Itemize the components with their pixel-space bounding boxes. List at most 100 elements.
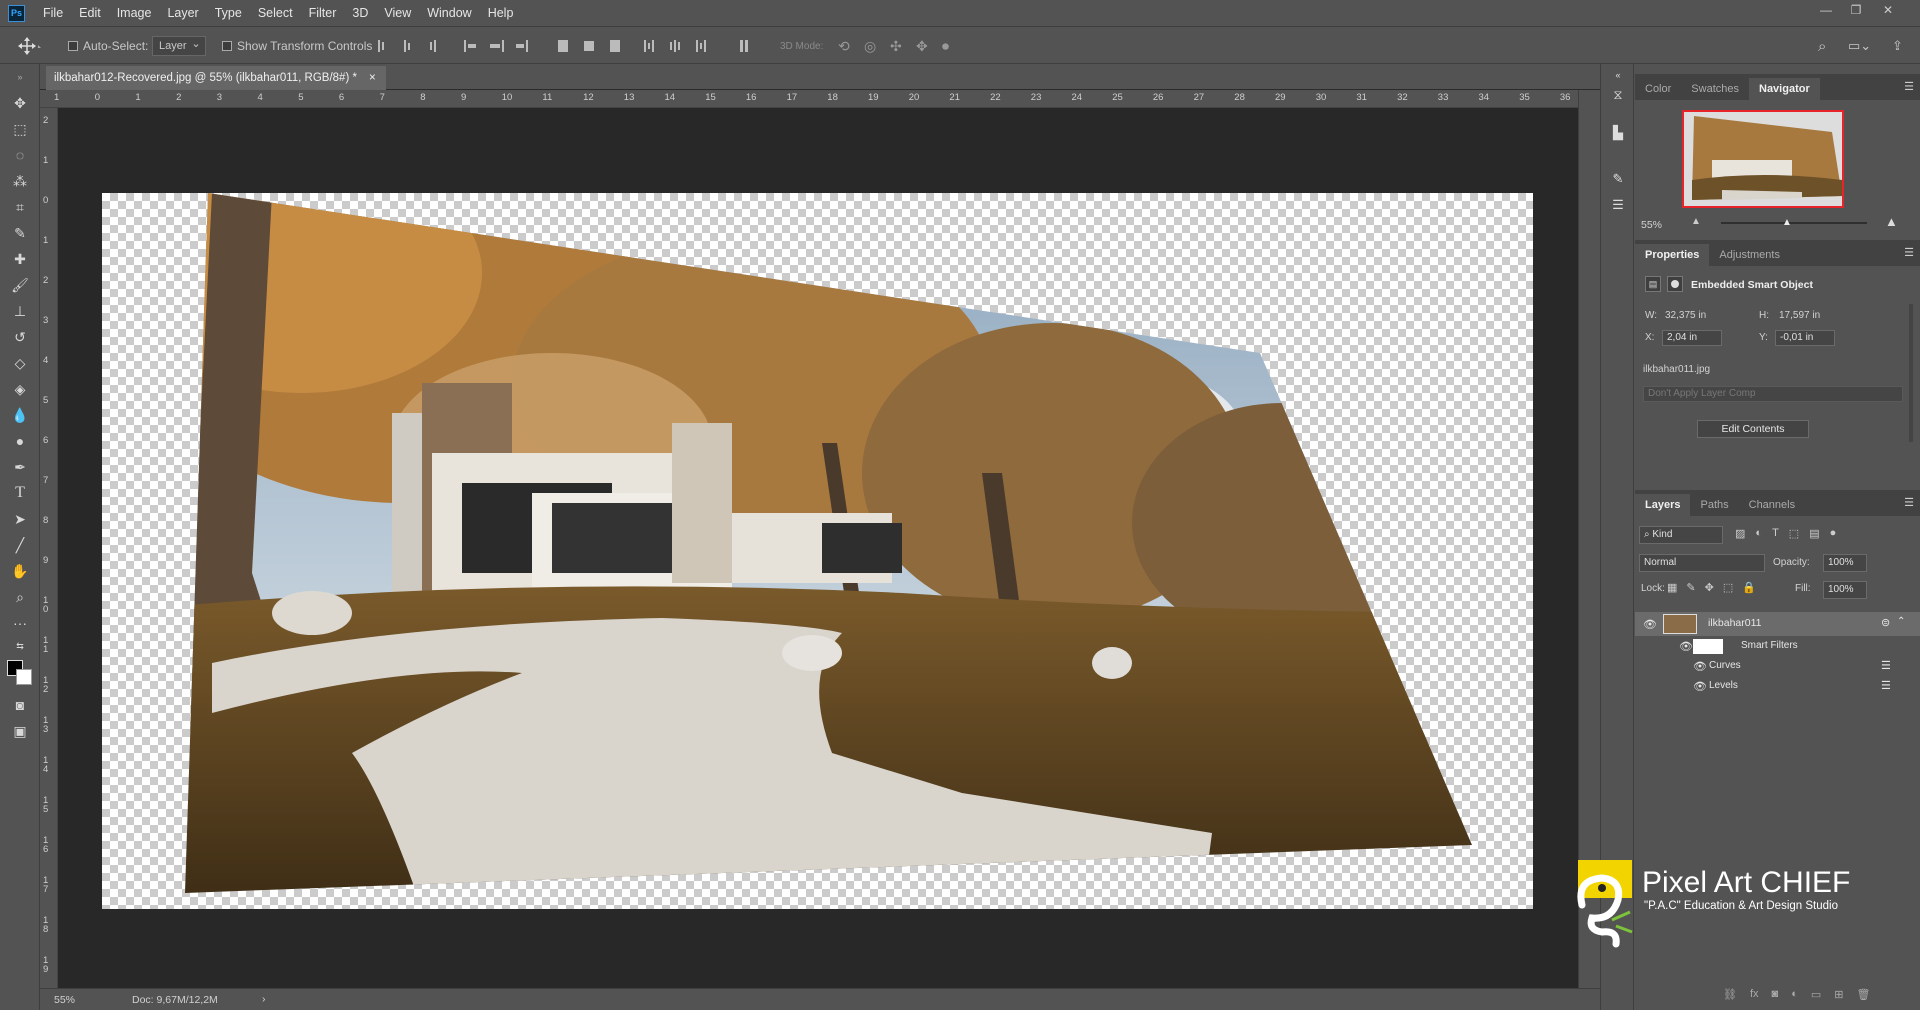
zoom-out-icon[interactable]: ▲ [1691, 216, 1701, 227]
share-icon[interactable]: ⇪ [1892, 36, 1903, 56]
distribute-right-icon[interactable] [696, 39, 710, 53]
filter-row[interactable]: 👁 Levels ☰ [1635, 676, 1920, 696]
filter-row[interactable]: 👁 Curves ☰ [1635, 656, 1920, 676]
edit-toolbar-icon[interactable]: ··· [8, 612, 32, 634]
edit-contents-button[interactable]: Edit Contents [1697, 420, 1809, 438]
new-group-icon[interactable]: ▭ [1811, 988, 1821, 1001]
filter-adjustment-icon[interactable]: ◐ [1755, 527, 1762, 540]
menu-view[interactable]: View [376, 0, 419, 26]
collapse-effects-icon[interactable]: ⌃ [1897, 616, 1905, 627]
tab-layers[interactable]: Layers [1635, 494, 1691, 516]
blur-tool-icon[interactable]: 💧 [8, 404, 32, 426]
quick-mask-icon[interactable]: ◙ [8, 694, 32, 716]
filter-pixel-icon[interactable]: ▨ [1735, 527, 1745, 540]
collapse-dock-icon[interactable]: « [1609, 70, 1627, 80]
lock-all-icon[interactable]: 🔒 [1742, 581, 1756, 594]
dodge-tool-icon[interactable]: ● [8, 430, 32, 452]
brush-settings-panel-icon[interactable]: ✎ [1609, 170, 1627, 188]
filter-type-icon[interactable]: T [1772, 527, 1779, 540]
auto-select-checkbox[interactable]: Auto-Select: [68, 36, 148, 56]
search-icon[interactable]: ⌕ [1818, 36, 1826, 56]
align-vertical-center-icon[interactable] [404, 39, 418, 53]
horizontal-ruler[interactable]: 1 0 1 2 3 4 5 6 7 8 9 10 11 12 13 14 15 16 17 18 19 20 21 22 23 2… [40, 90, 1578, 108]
canvas-area[interactable] [58, 108, 1578, 988]
smart-filters-visibility-eye-icon[interactable]: 👁 [1679, 640, 1693, 653]
menu-file[interactable]: File [35, 0, 71, 26]
tab-navigator[interactable]: Navigator [1749, 78, 1820, 100]
filter-shape-icon[interactable]: ⬚ [1789, 527, 1799, 540]
width-value[interactable]: 32,375 in [1665, 310, 1706, 321]
add-mask-icon[interactable]: ◙ [1772, 988, 1779, 1001]
restore-icon[interactable]: ❐ [1842, 0, 1870, 20]
auto-align-layers-icon[interactable] [740, 39, 754, 53]
line-tool-icon[interactable]: ╱ [8, 534, 32, 556]
auto-select-target-dropdown[interactable]: Layer [152, 35, 206, 56]
lock-transparent-icon[interactable]: ▦ [1667, 581, 1677, 594]
hand-tool-icon[interactable]: ✋ [8, 560, 32, 582]
levels-visibility-eye-icon[interactable]: 👁 [1693, 680, 1707, 693]
tab-paths[interactable]: Paths [1690, 494, 1738, 516]
delete-layer-icon[interactable]: 🗑 [1856, 988, 1870, 1001]
3d-scale-icon[interactable]: ⏺ [942, 36, 949, 56]
x-position-field[interactable]: 2,04 in [1662, 330, 1722, 346]
menu-edit[interactable]: Edit [71, 0, 109, 26]
navigator-thumbnail[interactable] [1682, 110, 1844, 208]
distribute-bottom-icon[interactable] [610, 39, 624, 53]
brush-tool-icon[interactable]: 🖌 [8, 274, 32, 296]
align-bottom-icon[interactable] [430, 39, 444, 53]
blend-mode-dropdown[interactable]: Normal [1639, 554, 1765, 572]
tab-adjustments[interactable]: Adjustments [1709, 244, 1790, 266]
align-top-icon[interactable] [378, 39, 392, 53]
paint-bucket-tool-icon[interactable]: ◈ [8, 378, 32, 400]
close-window-icon[interactable]: ✕ [1874, 0, 1902, 20]
default-colors-icon[interactable]: ⇆ [8, 640, 32, 652]
smart-filters-row[interactable]: 👁 Smart Filters [1635, 636, 1920, 656]
vertical-scrollbar[interactable] [1578, 90, 1600, 988]
fill-field[interactable]: 100% [1823, 581, 1867, 599]
filter-toggle-icon[interactable]: ● [1830, 527, 1837, 540]
pen-tool-icon[interactable]: ✒ [8, 456, 32, 478]
align-left-icon[interactable] [464, 39, 478, 53]
menu-filter[interactable]: Filter [301, 0, 345, 26]
tab-properties[interactable]: Properties [1635, 244, 1710, 266]
tab-swatches[interactable]: Swatches [1681, 78, 1749, 100]
crop-tool-icon[interactable]: ⌗ [8, 196, 32, 218]
layer-filter-kind-dropdown[interactable]: ⌕ Kind [1639, 526, 1723, 544]
clone-stamp-tool-icon[interactable]: ⊥ [8, 300, 32, 322]
close-tab-icon[interactable]: × [369, 66, 376, 90]
histogram-panel-icon[interactable]: ▙ [1609, 124, 1627, 142]
zoom-slider[interactable] [1721, 222, 1867, 224]
curves-blending-options-icon[interactable]: ☰ [1881, 659, 1891, 672]
zoom-in-icon[interactable]: ▲ [1885, 214, 1898, 229]
collapse-toolbar-icon[interactable]: » [8, 72, 32, 82]
align-right-icon[interactable] [516, 39, 530, 53]
new-layer-icon[interactable]: ⊞ [1834, 988, 1843, 1001]
smart-filters-mask-thumbnail[interactable] [1693, 639, 1723, 654]
menu-3d[interactable]: 3D [344, 0, 376, 26]
vertical-ruler[interactable]: 2101234567891 01 11 21 31 41 51 61 71 81… [40, 108, 58, 988]
menu-layer[interactable]: Layer [159, 0, 206, 26]
magic-wand-tool-icon[interactable]: ⁂ [8, 170, 32, 192]
lock-position-icon[interactable]: ✥ [1705, 581, 1714, 594]
menu-window[interactable]: Window [419, 0, 479, 26]
zoom-slider-thumb[interactable]: ▲ [1782, 217, 1792, 228]
layer-style-icon[interactable]: fx [1750, 988, 1759, 1001]
healing-brush-tool-icon[interactable]: ✚ [8, 248, 32, 270]
curves-visibility-eye-icon[interactable]: 👁 [1693, 660, 1707, 673]
navigator-menu-icon[interactable]: ☰ [1904, 80, 1914, 93]
show-transform-controls-checkbox[interactable]: Show Transform Controls [222, 36, 372, 56]
document-tab[interactable]: ilkbahar012-Recovered.jpg @ 55% (ilkbaha… [46, 66, 386, 90]
layers-menu-icon[interactable]: ☰ [1904, 496, 1914, 509]
status-menu-arrow-icon[interactable]: › [262, 993, 266, 1005]
menu-type[interactable]: Type [207, 0, 250, 26]
tab-color[interactable]: Color [1635, 78, 1681, 100]
y-position-field[interactable]: -0,01 in [1775, 330, 1835, 346]
marquee-tool-icon[interactable]: ⬚ [8, 118, 32, 140]
distribute-left-icon[interactable] [644, 39, 658, 53]
move-tool-icon[interactable]: ✥ [8, 92, 32, 114]
align-horizontal-center-icon[interactable] [490, 39, 504, 53]
navigator-view-box[interactable] [1682, 110, 1844, 208]
lock-pixels-icon[interactable]: ✎ [1686, 581, 1695, 594]
link-layers-icon[interactable]: ⛓ [1723, 988, 1737, 1001]
distribute-vertical-center-icon[interactable] [584, 39, 598, 53]
